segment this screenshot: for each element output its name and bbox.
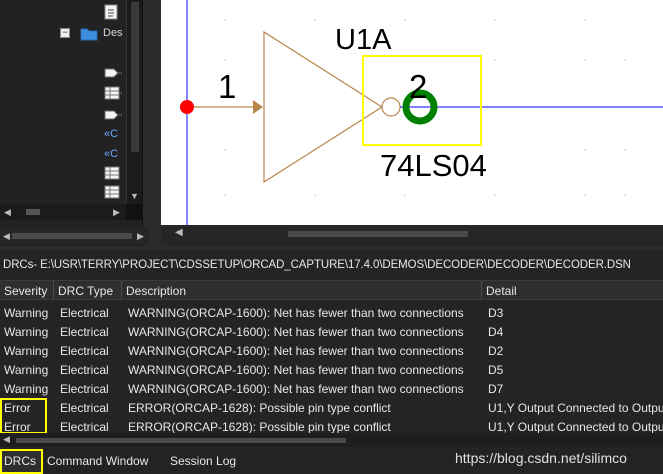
description-cell: WARNING(ORCAP-1600): Net has fewer than … (128, 363, 464, 377)
scroll-thumb[interactable] (12, 233, 132, 239)
tree-item[interactable] (0, 2, 126, 22)
offpage-icon: «C (104, 148, 119, 160)
scroll-left-icon[interactable]: ◀ (175, 227, 183, 238)
detail-cell: U1,Y Output Connected to Output (488, 420, 663, 434)
part-icon (104, 66, 122, 80)
table-icon (104, 86, 120, 100)
tree-item[interactable] (0, 64, 126, 84)
table-icon (104, 185, 120, 199)
watermark: https://blog.csdn.net/silimco (455, 450, 627, 466)
collapse-icon[interactable]: − (60, 28, 70, 38)
tree-item[interactable] (0, 164, 126, 184)
folder-icon (80, 27, 98, 41)
scroll-right-icon[interactable]: ▶ (137, 231, 144, 242)
project-tree[interactable]: − Des «C «C ▼ ◀ ▶ (0, 0, 143, 246)
type-cell: Electrical (60, 325, 109, 339)
type-cell: Electrical (60, 382, 109, 396)
detail-cell: D7 (488, 382, 504, 396)
scroll-thumb[interactable] (288, 231, 468, 237)
tab-session-log[interactable]: Session Log (166, 449, 240, 474)
drc-table-header: Severity DRC Type Description Detail (0, 280, 663, 300)
drc-row[interactable]: Warning Electrical WARNING(ORCAP-1600): … (0, 341, 663, 360)
severity-cell: Warning (4, 382, 49, 396)
description-cell: WARNING(ORCAP-1600): Net has fewer than … (128, 344, 464, 358)
drc-design-path: DRCs- E:\USR\TERRY\PROJECT\CDSSETUP\ORCA… (3, 259, 631, 271)
severity-cell: Warning (4, 363, 49, 377)
tree-item[interactable] (0, 106, 126, 126)
drc-row[interactable]: Warning Electrical WARNING(ORCAP-1600): … (0, 360, 663, 379)
scroll-left-icon[interactable]: ◀ (4, 207, 11, 218)
part-value[interactable]: 74LS04 (380, 148, 487, 184)
connection-dot-icon[interactable] (180, 100, 194, 114)
tree-item[interactable] (0, 86, 126, 106)
column-severity[interactable]: Severity (0, 281, 54, 300)
part-reference[interactable]: U1A (335, 24, 391, 57)
drc-row[interactable]: Warning Electrical WARNING(ORCAP-1600): … (0, 379, 663, 398)
description-cell: WARNING(ORCAP-1600): Net has fewer than … (128, 325, 464, 339)
scroll-corner (126, 204, 142, 220)
highlight-box (0, 449, 43, 474)
severity-cell: Warning (4, 325, 49, 339)
offpage-icon: «C (104, 128, 119, 140)
canvas-margin (149, 0, 161, 246)
tree-horizontal-scrollbar[interactable]: ◀ ▶ (0, 204, 126, 220)
drc-row[interactable]: Warning Electrical WARNING(ORCAP-1600): … (0, 303, 663, 322)
pin-arrow-icon (253, 100, 263, 114)
description-cell: WARNING(ORCAP-1600): Net has fewer than … (128, 306, 464, 320)
highlight-box (0, 398, 47, 434)
scroll-right-icon[interactable]: ▶ (113, 207, 120, 218)
scroll-left-icon[interactable]: ◀ (3, 231, 10, 242)
drc-row[interactable]: Warning Electrical WARNING(ORCAP-1600): … (0, 322, 663, 341)
scroll-thumb[interactable] (26, 209, 40, 215)
description-cell: ERROR(ORCAP-1628): Possible pin type con… (128, 420, 391, 434)
severity-cell: Warning (4, 344, 49, 358)
scroll-down-icon[interactable]: ▼ (130, 192, 139, 201)
detail-cell: D2 (488, 344, 504, 358)
type-cell: Electrical (60, 420, 109, 434)
table-icon (104, 166, 120, 180)
scroll-left-icon[interactable]: ◀ (3, 434, 10, 445)
highlight-box (362, 55, 482, 146)
tree-pane-horizontal-scrollbar[interactable]: ◀ ▶ (0, 228, 149, 244)
input-pin-number: 1 (218, 68, 237, 105)
tree-item[interactable]: «C (0, 125, 126, 145)
type-cell: Electrical (60, 344, 109, 358)
drc-panel: DRCs- E:\USR\TERRY\PROJECT\CDSSETUP\ORCA… (0, 250, 663, 474)
drc-horizontal-scrollbar[interactable]: ◀ (0, 433, 663, 447)
type-cell: Electrical (60, 363, 109, 377)
detail-cell: D4 (488, 325, 504, 339)
scroll-thumb[interactable] (131, 2, 139, 152)
type-cell: Electrical (60, 401, 109, 415)
severity-cell: Warning (4, 306, 49, 320)
tree-item-design[interactable]: − Des (0, 24, 126, 44)
description-cell: WARNING(ORCAP-1600): Net has fewer than … (128, 382, 464, 396)
description-cell: ERROR(ORCAP-1628): Possible pin type con… (128, 401, 391, 415)
column-detail[interactable]: Detail (482, 281, 663, 300)
schematic-canvas[interactable]: U1A 1 2 74LS04 (161, 0, 663, 225)
detail-cell: U1,Y Output Connected to Output (488, 401, 663, 415)
tree-item[interactable] (0, 183, 126, 203)
tree-item[interactable]: «C (0, 145, 126, 165)
page-icon (104, 4, 118, 20)
tree-vertical-scrollbar[interactable]: ▼ (126, 0, 142, 204)
canvas-horizontal-scrollbar[interactable]: ◀ (161, 225, 663, 246)
detail-cell: D3 (488, 306, 504, 320)
scroll-thumb[interactable] (16, 438, 346, 443)
tab-command-window[interactable]: Command Window (43, 449, 152, 474)
drc-row[interactable]: Error Electrical ERROR(ORCAP-1628): Poss… (0, 398, 663, 417)
type-cell: Electrical (60, 306, 109, 320)
part-icon (104, 108, 122, 122)
column-description[interactable]: Description (122, 281, 482, 300)
column-drc-type[interactable]: DRC Type (54, 281, 122, 300)
tree-item-label: Des (103, 27, 123, 39)
detail-cell: D5 (488, 363, 504, 377)
